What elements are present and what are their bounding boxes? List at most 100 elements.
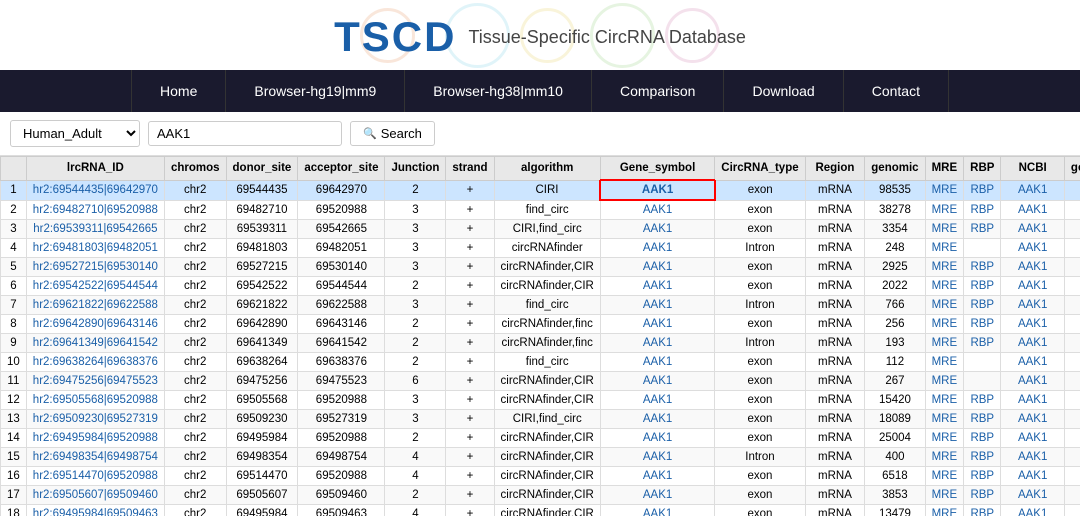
cell-r17-c15: AAK1 bbox=[1064, 505, 1080, 516]
nav-comparison[interactable]: Comparison bbox=[592, 70, 724, 112]
cell-r10-c13 bbox=[964, 372, 1001, 391]
table-row[interactable]: 12hr2:69505568|69520988chr26950556869520… bbox=[1, 391, 1080, 410]
table-row[interactable]: 3hr2:69539311|69542665chr269539311695426… bbox=[1, 220, 1080, 239]
table-container[interactable]: lrcRNA_IDchromosdonor_siteacceptor_siteJ… bbox=[0, 156, 1080, 516]
table-row[interactable]: 17hr2:69505607|69509460chr26950560769509… bbox=[1, 486, 1080, 505]
cell-r0-c8: AAK1 bbox=[600, 180, 714, 200]
table-row[interactable]: 13hr2:69509230|69527319chr26950923069527… bbox=[1, 410, 1080, 429]
cell-r11-c12: MRE bbox=[925, 391, 964, 410]
search-input[interactable] bbox=[148, 121, 342, 146]
cell-r4-c8: AAK1 bbox=[600, 258, 714, 277]
cell-r15-c0: 16 bbox=[1, 467, 27, 486]
cell-r2-c4: 69542665 bbox=[298, 220, 385, 239]
cell-r17-c2: chr2 bbox=[164, 505, 226, 516]
cell-r16-c8: AAK1 bbox=[600, 486, 714, 505]
cell-r2-c7: CIRI,find_circ bbox=[494, 220, 600, 239]
cell-r1-c8: AAK1 bbox=[600, 200, 714, 220]
cell-r17-c0: 18 bbox=[1, 505, 27, 516]
table-row[interactable]: 14hr2:69495984|69520988chr26949598469520… bbox=[1, 429, 1080, 448]
search-button[interactable]: 🔍 Search bbox=[350, 121, 435, 146]
cell-r7-c7: circRNAfinder,finc bbox=[494, 315, 600, 334]
cell-r9-c8: AAK1 bbox=[600, 353, 714, 372]
cell-r7-c15: AAK1 bbox=[1064, 315, 1080, 334]
cell-r12-c14: AAK1 bbox=[1001, 410, 1065, 429]
cell-r9-c3: 69638264 bbox=[226, 353, 298, 372]
cell-r13-c14: AAK1 bbox=[1001, 429, 1065, 448]
cell-r10-c4: 69475523 bbox=[298, 372, 385, 391]
cell-r4-c1: hr2:69527215|69530140 bbox=[26, 258, 164, 277]
cell-r12-c7: CIRI,find_circ bbox=[494, 410, 600, 429]
nav-browser-hg38[interactable]: Browser-hg38|mm10 bbox=[405, 70, 592, 112]
cell-r11-c8: AAK1 bbox=[600, 391, 714, 410]
cell-r12-c6: + bbox=[446, 410, 494, 429]
cell-r13-c4: 69520988 bbox=[298, 429, 385, 448]
cell-r8-c11: 193 bbox=[865, 334, 925, 353]
cell-r15-c12: MRE bbox=[925, 467, 964, 486]
table-row[interactable]: 1hr2:69544435|69642970chr269544435696429… bbox=[1, 180, 1080, 200]
cell-r6-c8: AAK1 bbox=[600, 296, 714, 315]
cell-r2-c12: MRE bbox=[925, 220, 964, 239]
cell-r6-c15: AAK1 bbox=[1064, 296, 1080, 315]
cell-r1-c15: AAK1 bbox=[1064, 200, 1080, 220]
table-row[interactable]: 2hr2:69482710|69520988chr269482710695209… bbox=[1, 200, 1080, 220]
cell-r14-c5: 4 bbox=[385, 448, 446, 467]
table-row[interactable]: 6hr2:69542522|69544544chr269542522695445… bbox=[1, 277, 1080, 296]
nav-home[interactable]: Home bbox=[131, 70, 226, 112]
cell-r7-c12: MRE bbox=[925, 315, 964, 334]
table-row[interactable]: 10hr2:69638264|69638376chr26963826469638… bbox=[1, 353, 1080, 372]
cell-r1-c13: RBP bbox=[964, 200, 1001, 220]
cell-r9-c11: 112 bbox=[865, 353, 925, 372]
col-header-15: genecards bbox=[1064, 157, 1080, 181]
cell-r2-c11: 3354 bbox=[865, 220, 925, 239]
table-row[interactable]: 8hr2:69642890|69643146chr269642890696431… bbox=[1, 315, 1080, 334]
cell-r9-c6: + bbox=[446, 353, 494, 372]
cell-r7-c3: 69642890 bbox=[226, 315, 298, 334]
cell-r7-c9: exon bbox=[715, 315, 805, 334]
nav-contact[interactable]: Contact bbox=[844, 70, 949, 112]
col-header-11: genomic bbox=[865, 157, 925, 181]
cell-r14-c4: 69498754 bbox=[298, 448, 385, 467]
cell-r10-c12: MRE bbox=[925, 372, 964, 391]
nav-download[interactable]: Download bbox=[724, 70, 843, 112]
cell-r6-c14: AAK1 bbox=[1001, 296, 1065, 315]
cell-r14-c15: AAK1 bbox=[1064, 448, 1080, 467]
table-row[interactable]: 16hr2:69514470|69520988chr26951447069520… bbox=[1, 467, 1080, 486]
cell-r16-c9: exon bbox=[715, 486, 805, 505]
table-row[interactable]: 7hr2:69621822|69622588chr269621822696225… bbox=[1, 296, 1080, 315]
table-row[interactable]: 4hr2:69481803|69482051chr269481803694820… bbox=[1, 239, 1080, 258]
table-row[interactable]: 15hr2:69498354|69498754chr26949835469498… bbox=[1, 448, 1080, 467]
cell-r3-c0: 4 bbox=[1, 239, 27, 258]
table-row[interactable]: 11hr2:69475256|69475523chr26947525669475… bbox=[1, 372, 1080, 391]
cell-r2-c8: AAK1 bbox=[600, 220, 714, 239]
col-header-3: donor_site bbox=[226, 157, 298, 181]
cell-r7-c4: 69643146 bbox=[298, 315, 385, 334]
cell-r16-c7: circRNAfinder,CIR bbox=[494, 486, 600, 505]
cell-r13-c8: AAK1 bbox=[600, 429, 714, 448]
cell-r11-c1: hr2:69505568|69520988 bbox=[26, 391, 164, 410]
cell-r9-c5: 2 bbox=[385, 353, 446, 372]
cell-r3-c3: 69481803 bbox=[226, 239, 298, 258]
cell-r11-c7: circRNAfinder,CIR bbox=[494, 391, 600, 410]
cell-r14-c0: 15 bbox=[1, 448, 27, 467]
table-row[interactable]: 5hr2:69527215|69530140chr269527215695301… bbox=[1, 258, 1080, 277]
cell-r13-c5: 2 bbox=[385, 429, 446, 448]
table-row[interactable]: 9hr2:69641349|69641542chr269641349696415… bbox=[1, 334, 1080, 353]
cell-r12-c1: hr2:69509230|69527319 bbox=[26, 410, 164, 429]
cell-r3-c7: circRNAfinder bbox=[494, 239, 600, 258]
cell-r14-c2: chr2 bbox=[164, 448, 226, 467]
cell-r8-c8: AAK1 bbox=[600, 334, 714, 353]
cell-r5-c4: 69544544 bbox=[298, 277, 385, 296]
cell-r16-c3: 69505607 bbox=[226, 486, 298, 505]
cell-r5-c6: + bbox=[446, 277, 494, 296]
cell-r2-c2: chr2 bbox=[164, 220, 226, 239]
cell-r16-c6: + bbox=[446, 486, 494, 505]
cell-r8-c13: RBP bbox=[964, 334, 1001, 353]
cell-r4-c7: circRNAfinder,CIR bbox=[494, 258, 600, 277]
species-select[interactable]: Human_AdultHuman_FetalMouse_AdultMouse_F… bbox=[10, 120, 140, 147]
table-row[interactable]: 18hr2:69495984|69509463chr26949598469509… bbox=[1, 505, 1080, 516]
nav-browser-hg19[interactable]: Browser-hg19|mm9 bbox=[226, 70, 405, 112]
cell-r14-c11: 400 bbox=[865, 448, 925, 467]
cell-r13-c10: mRNA bbox=[805, 429, 865, 448]
cell-r6-c11: 766 bbox=[865, 296, 925, 315]
cell-r9-c9: exon bbox=[715, 353, 805, 372]
